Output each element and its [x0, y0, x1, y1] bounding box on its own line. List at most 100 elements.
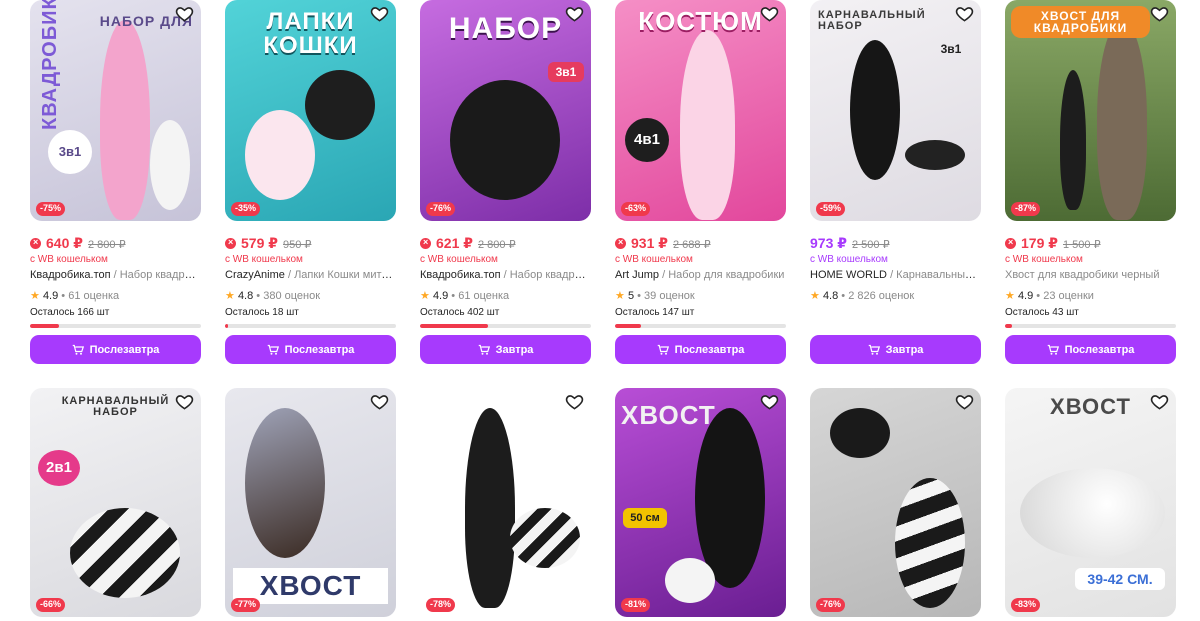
product-title[interactable]: Квадробика.топ / Набор квадробика [30, 269, 201, 281]
discount-badge: -75% [36, 202, 66, 216]
review-count: • 39 оценок [637, 290, 695, 302]
price: 579 ₽ [241, 235, 278, 251]
price: 179 ₽ [1021, 235, 1058, 251]
product-card[interactable]: лапки кошки -35% 579 ₽ 950 ₽ с WB кошель… [225, 0, 396, 364]
add-to-cart-button[interactable]: Послезавтра [1005, 335, 1176, 364]
product-photo[interactable]: костюм 4в1 -63% [615, 0, 786, 221]
brand-name: Квадробика.топ [30, 269, 111, 281]
product-category: / Лапки Кошки митенки [287, 269, 396, 281]
stock-bar-fill [420, 324, 489, 328]
product-photo[interactable]: карнавальный набор 2в1 -66% [30, 388, 201, 617]
brand-name: Art Jump [615, 269, 660, 281]
product-card[interactable]: хвост для квадробики -87% 179 ₽ 1 500 ₽ … [1005, 0, 1176, 364]
product-title[interactable]: CrazyAnime / Лапки Кошки митенки [225, 269, 396, 281]
product-title[interactable]: HOME WORLD / Карнавальный набор [810, 269, 981, 281]
rating: ★ 4.8 • 2 826 оценок [810, 289, 914, 302]
favorite-heart-icon[interactable] [1148, 2, 1170, 24]
wallet-note: с WB кошельком [30, 254, 108, 265]
rating-value: 4.8 [822, 290, 839, 302]
add-to-cart-button[interactable]: Послезавтра [615, 335, 786, 364]
product-title[interactable]: Хвост для квадробики черный [1005, 269, 1176, 281]
product-card[interactable]: набор для квадробики 3в1 -75% 640 ₽ 2 80… [30, 0, 201, 364]
favorite-heart-icon[interactable] [953, 390, 975, 412]
rating: ★ 4.9 • 23 оценки [1005, 289, 1094, 302]
favorite-heart-icon[interactable] [173, 2, 195, 24]
image-headline: хвост [621, 400, 716, 430]
star-icon: ★ [420, 290, 430, 302]
product-title[interactable]: Квадробика.топ / Набор квадробика [420, 269, 591, 281]
stock-left: Осталось 18 шт [225, 307, 299, 318]
rating-value: 4.9 [1017, 290, 1034, 302]
favorite-heart-icon[interactable] [368, 2, 390, 24]
discount-badge: -59% [816, 202, 846, 216]
discount-badge: -35% [231, 202, 261, 216]
product-card[interactable]: хвост 50 см -81% [615, 388, 786, 617]
old-price: 1 500 ₽ [1063, 239, 1101, 251]
add-to-cart-button[interactable]: Завтра [420, 335, 591, 364]
cart-icon [657, 344, 669, 355]
favorite-heart-icon[interactable] [563, 390, 585, 412]
favorite-heart-icon[interactable] [1148, 390, 1170, 412]
delivery-label: Послезавтра [1064, 343, 1135, 356]
brand-name: HOME WORLD [810, 269, 887, 281]
favorite-heart-icon[interactable] [758, 2, 780, 24]
review-count: • 380 оценок [256, 290, 321, 302]
add-to-cart-button[interactable]: Послезавтра [30, 335, 201, 364]
rating-value: 4.9 [42, 290, 59, 302]
image-headline: хвост [1050, 394, 1131, 419]
product-photo[interactable]: хвост -77% [225, 388, 396, 617]
wallet-discount-icon [30, 237, 41, 249]
wallet-discount-icon [1005, 237, 1016, 249]
favorite-heart-icon[interactable] [173, 390, 195, 412]
wallet-note: с WB кошельком [1005, 254, 1083, 265]
rating: ★ 4.9 • 61 оценка [420, 289, 509, 302]
discount-badge: -81% [621, 598, 651, 612]
product-card[interactable]: карнавальный набор 2в1 -66% [30, 388, 201, 617]
discount-badge: -66% [36, 598, 66, 612]
product-photo[interactable]: лапки кошки -35% [225, 0, 396, 221]
tail-image [510, 508, 580, 568]
star-icon: ★ [1005, 290, 1015, 302]
image-badge: 4в1 [625, 118, 669, 162]
image-headline: хвост для квадробики [1011, 6, 1150, 38]
add-to-cart-button[interactable]: Завтра [810, 335, 981, 364]
product-category: / Набор квадробика [503, 269, 591, 281]
product-photo[interactable]: хвост 39-42 СМ. -83% [1005, 388, 1176, 617]
review-count: • 61 оценка [451, 290, 510, 302]
product-photo[interactable]: набор 3в1 -76% [420, 0, 591, 221]
price: 621 ₽ [436, 235, 473, 251]
product-title[interactable]: Art Jump / Набор для квадробики [615, 269, 786, 281]
product-card[interactable]: хвост -77% [225, 388, 396, 617]
delivery-label: Послезавтра [89, 343, 160, 356]
add-to-cart-button[interactable]: Послезавтра [225, 335, 396, 364]
product-photo[interactable]: хвост 50 см -81% [615, 388, 786, 617]
image-badge: 3в1 [940, 42, 962, 56]
delivery-label: Завтра [495, 343, 534, 356]
favorite-heart-icon[interactable] [953, 2, 975, 24]
stock-left: Осталось 147 шт [615, 307, 695, 318]
product-category: / Карнавальный набор [890, 269, 981, 281]
favorite-heart-icon[interactable] [758, 390, 780, 412]
product-photo[interactable]: хвост для квадробики -87% [1005, 0, 1176, 221]
product-photo[interactable]: карнавальный набор 3в1 -59% [810, 0, 981, 221]
tail-image [695, 408, 765, 588]
discount-badge: -76% [816, 598, 846, 612]
product-card[interactable]: -78% [420, 388, 591, 617]
product-card[interactable]: карнавальный набор 3в1 -59% 973 ₽ 2 500 … [810, 0, 981, 364]
product-photo[interactable]: набор для квадробики 3в1 -75% [30, 0, 201, 221]
product-card[interactable]: костюм 4в1 -63% 931 ₽ 2 688 ₽ с WB кошел… [615, 0, 786, 364]
product-card[interactable]: набор 3в1 -76% 621 ₽ 2 800 ₽ с WB кошель… [420, 0, 591, 364]
cart-icon [478, 344, 490, 355]
favorite-heart-icon[interactable] [563, 2, 585, 24]
product-photo[interactable]: -78% [420, 388, 591, 617]
product-card[interactable]: -76% [810, 388, 981, 617]
image-badge: 50 см [623, 508, 667, 528]
image-headline: набор [448, 12, 563, 45]
image-badge: 2в1 [38, 450, 80, 486]
favorite-heart-icon[interactable] [368, 390, 390, 412]
price-line: 621 ₽ 2 800 ₽ [420, 235, 516, 252]
product-photo[interactable]: -76% [810, 388, 981, 617]
product-card[interactable]: хвост 39-42 СМ. -83% [1005, 388, 1176, 617]
tree-image [1097, 20, 1147, 220]
price-line: 931 ₽ 2 688 ₽ [615, 235, 711, 252]
